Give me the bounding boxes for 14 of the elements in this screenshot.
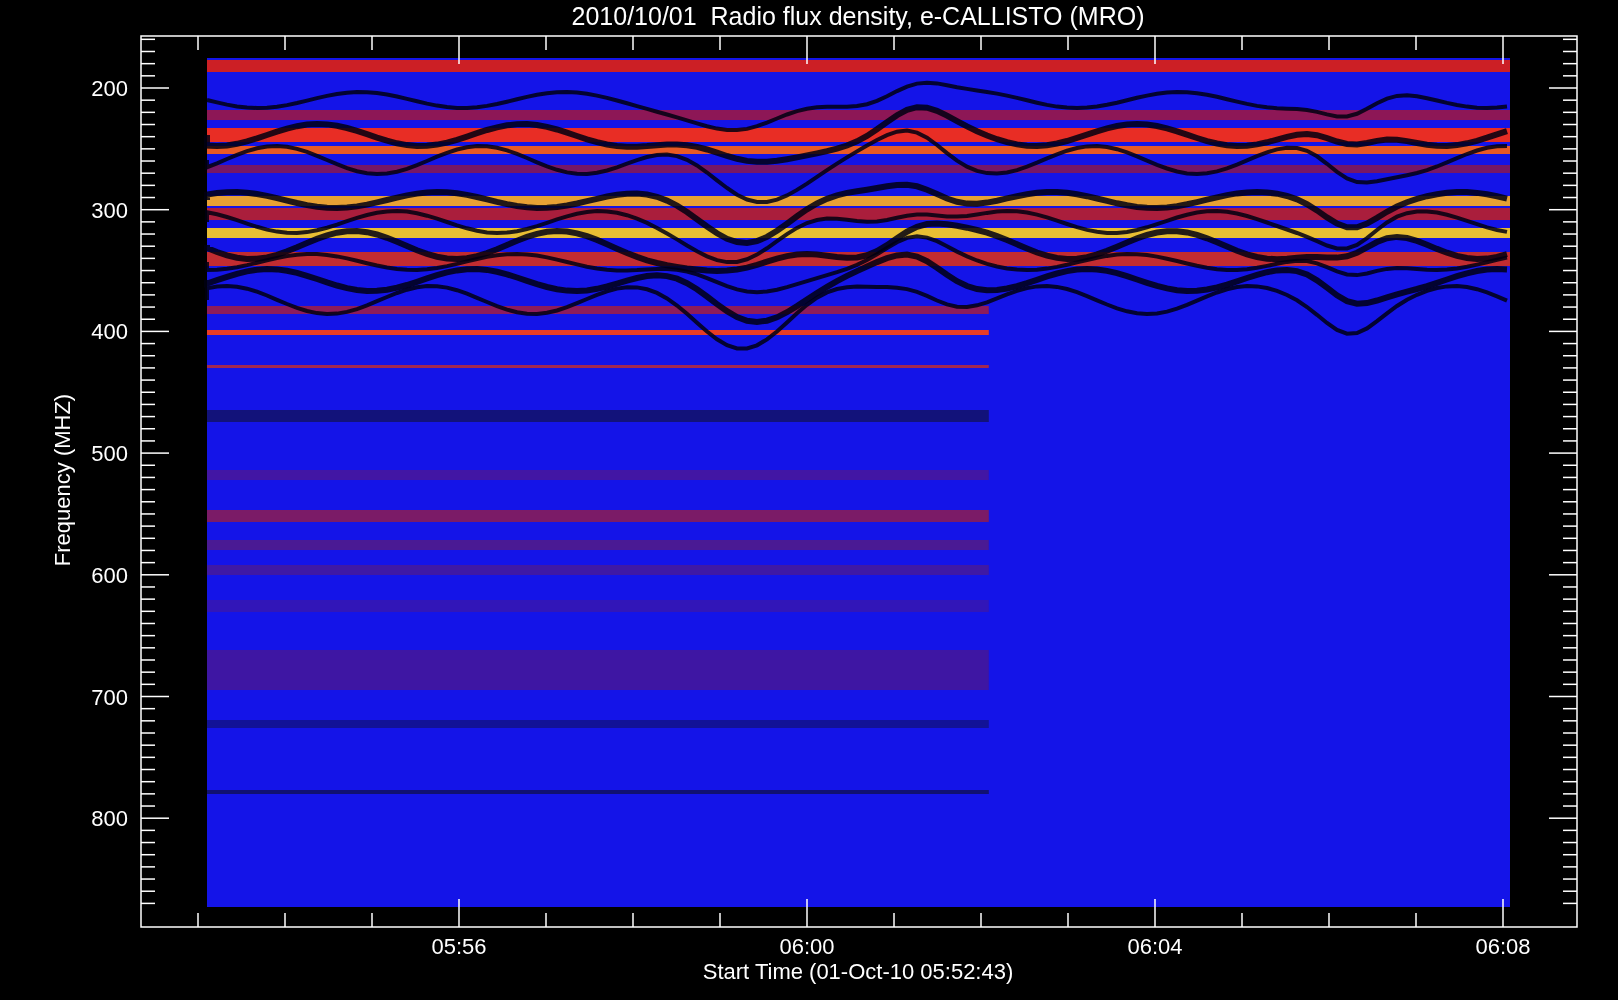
y-tick-label: 500 bbox=[91, 441, 128, 467]
y-axis-label: Frequency (MHZ) bbox=[50, 393, 75, 567]
x-tick-label: 06:00 bbox=[779, 934, 835, 959]
x-tick-label: 06:08 bbox=[1475, 934, 1531, 959]
y-tick-label: 300 bbox=[91, 197, 128, 223]
x-axis-label: Start Time (01-Oct-10 05:52:43) bbox=[702, 959, 1014, 984]
y-tick-label: 700 bbox=[91, 684, 128, 710]
x-tick-label: 05:56 bbox=[431, 934, 487, 959]
y-tick-label: 400 bbox=[91, 319, 128, 345]
y-tick-label: 600 bbox=[91, 562, 128, 588]
y-tick-label: 200 bbox=[91, 76, 128, 101]
chart-title: 2010/10/01 Radio flux density, e-CALLISTO (MRO) bbox=[571, 2, 1145, 30]
y-tick-label: 800 bbox=[91, 806, 128, 832]
x-tick-label: 06:04 bbox=[1127, 934, 1183, 959]
